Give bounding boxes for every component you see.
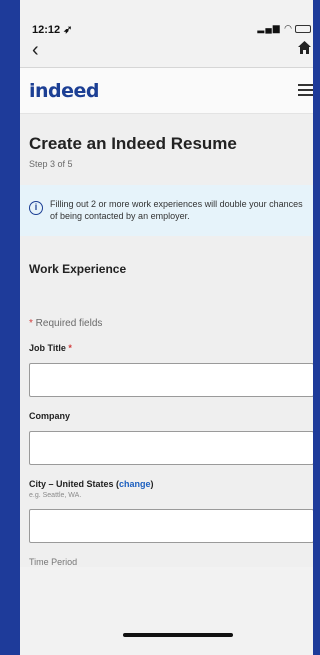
site-header: indeed [20, 68, 313, 114]
notice-text: Filling out 2 or more work experiences w… [50, 199, 303, 221]
city-hint: e.g. Seattle, WA. [29, 492, 82, 499]
hamburger-icon[interactable] [298, 84, 313, 99]
company-field: Company [29, 411, 313, 465]
city-label: City – United States (change) [29, 479, 154, 489]
city-input[interactable] [29, 509, 313, 543]
main-content: Create an Indeed Resume Step 3 of 5 i Fi… [20, 114, 313, 567]
info-icon: i [29, 201, 43, 215]
job-title-label: Job Title * [29, 343, 72, 353]
city-field: City – United States (change) e.g. Seatt… [29, 479, 313, 543]
section-title: Work Experience [29, 262, 127, 276]
phone-screen: 12:12 ➶ ▂▄▆ ◠ ‹ indeed Create an Indeed … [20, 0, 313, 655]
chevron-left-icon[interactable]: ‹ [32, 39, 39, 62]
status-bar: 12:12 ➶ ▂▄▆ ◠ [20, 0, 313, 36]
job-title-field: Job Title * [29, 343, 313, 397]
change-link[interactable]: change [119, 479, 151, 489]
required-note: * Required fields [29, 318, 103, 329]
browser-nav: ‹ [20, 34, 313, 68]
company-input[interactable] [29, 431, 313, 465]
time-period-label: Time Period [29, 557, 78, 567]
indeed-logo[interactable]: indeed [29, 80, 100, 102]
step-indicator: Step 3 of 5 [29, 159, 73, 169]
page-title: Create an Indeed Resume [29, 134, 237, 153]
job-title-input[interactable] [29, 363, 313, 397]
home-indicator[interactable] [123, 633, 233, 637]
battery-icon [295, 24, 311, 33]
signal-icons: ▂▄▆ ◠ [257, 23, 311, 34]
company-label: Company [29, 411, 71, 421]
home-icon[interactable] [298, 41, 311, 59]
info-notice: i Filling out 2 or more work experiences… [20, 185, 313, 236]
